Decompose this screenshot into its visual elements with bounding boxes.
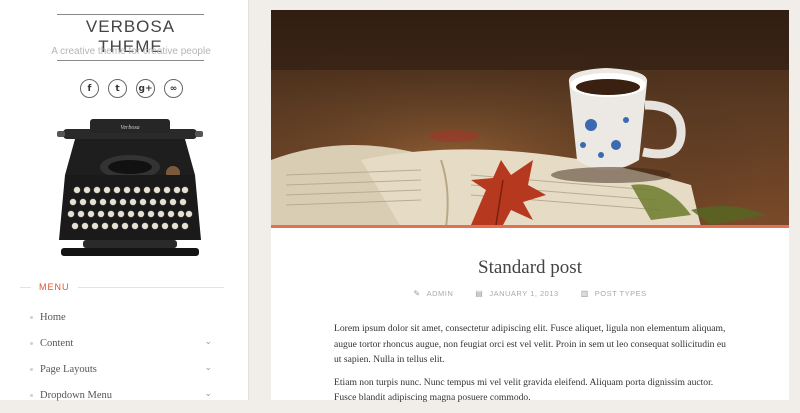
post-featured-image[interactable] (271, 10, 789, 227)
menu-item-label: Dropdown Menu (40, 389, 113, 401)
post-date-label: JANUARY 1, 2013 (489, 289, 559, 298)
link-icon[interactable]: ∞ (164, 79, 183, 98)
main-menu: Home Content ⌄ Page Layouts ⌄ Dropdown M… (30, 304, 220, 408)
menu-item-label: Home (40, 311, 66, 323)
calendar-icon: ▤ (475, 289, 484, 298)
bullet-icon (30, 315, 33, 319)
pen-icon: ✎ (413, 289, 421, 298)
menu-heading: MENU (20, 282, 224, 292)
bullet-icon (30, 341, 33, 345)
chevron-down-icon[interactable]: ⌄ (204, 388, 212, 399)
post-paragraph: Etiam non turpis nunc. Nunc tempus mi ve… (334, 376, 714, 404)
menu-item-label: Page Layouts (40, 363, 97, 375)
post-content: Lorem ipsum dolor sit amet, consectetur … (334, 321, 729, 413)
menu-item-page-layouts[interactable]: Page Layouts ⌄ (30, 356, 220, 382)
featured-image-border (271, 225, 789, 228)
facebook-icon[interactable]: f (80, 79, 99, 98)
books-icon: ▥ (580, 289, 589, 298)
post-article: Standard post ✎ ADMIN ▤ JANUARY 1, 2013 … (271, 10, 789, 403)
post-paragraph: Lorem ipsum dolor sit amet, consectetur … (334, 323, 726, 365)
post-title[interactable]: Standard post (271, 257, 789, 279)
post-meta: ✎ ADMIN ▤ JANUARY 1, 2013 ▥ POST TYPES (271, 289, 789, 298)
bullet-icon (30, 367, 33, 371)
post-category-label: POST TYPES (594, 289, 647, 298)
menu-item-home[interactable]: Home (30, 304, 220, 330)
svg-text:Verbosa: Verbosa (120, 125, 139, 131)
post-category[interactable]: ▥ POST TYPES (581, 289, 647, 298)
google-plus-icon[interactable]: g+ (136, 79, 155, 98)
twitter-icon[interactable]: t (108, 79, 127, 98)
sidebar: VERBOSA THEME A creative theme for creat… (0, 0, 249, 401)
social-links: f t g+ ∞ (80, 79, 183, 98)
post-author[interactable]: ✎ ADMIN (413, 289, 453, 298)
bullet-icon (30, 393, 33, 397)
post-author-label: ADMIN (426, 289, 454, 298)
menu-heading-label: MENU (39, 282, 70, 292)
menu-item-content[interactable]: Content ⌄ (30, 330, 220, 356)
typewriter-logo-image: Verbosa (57, 119, 203, 256)
chevron-down-icon[interactable]: ⌄ (204, 336, 212, 347)
menu-item-label: Content (40, 337, 74, 349)
site-tagline: A creative theme for creative people (51, 46, 211, 57)
menu-item-dropdown-menu[interactable]: Dropdown Menu ⌄ (30, 382, 220, 408)
chevron-down-icon[interactable]: ⌄ (204, 362, 212, 373)
post-date[interactable]: ▤ JANUARY 1, 2013 (475, 289, 558, 298)
